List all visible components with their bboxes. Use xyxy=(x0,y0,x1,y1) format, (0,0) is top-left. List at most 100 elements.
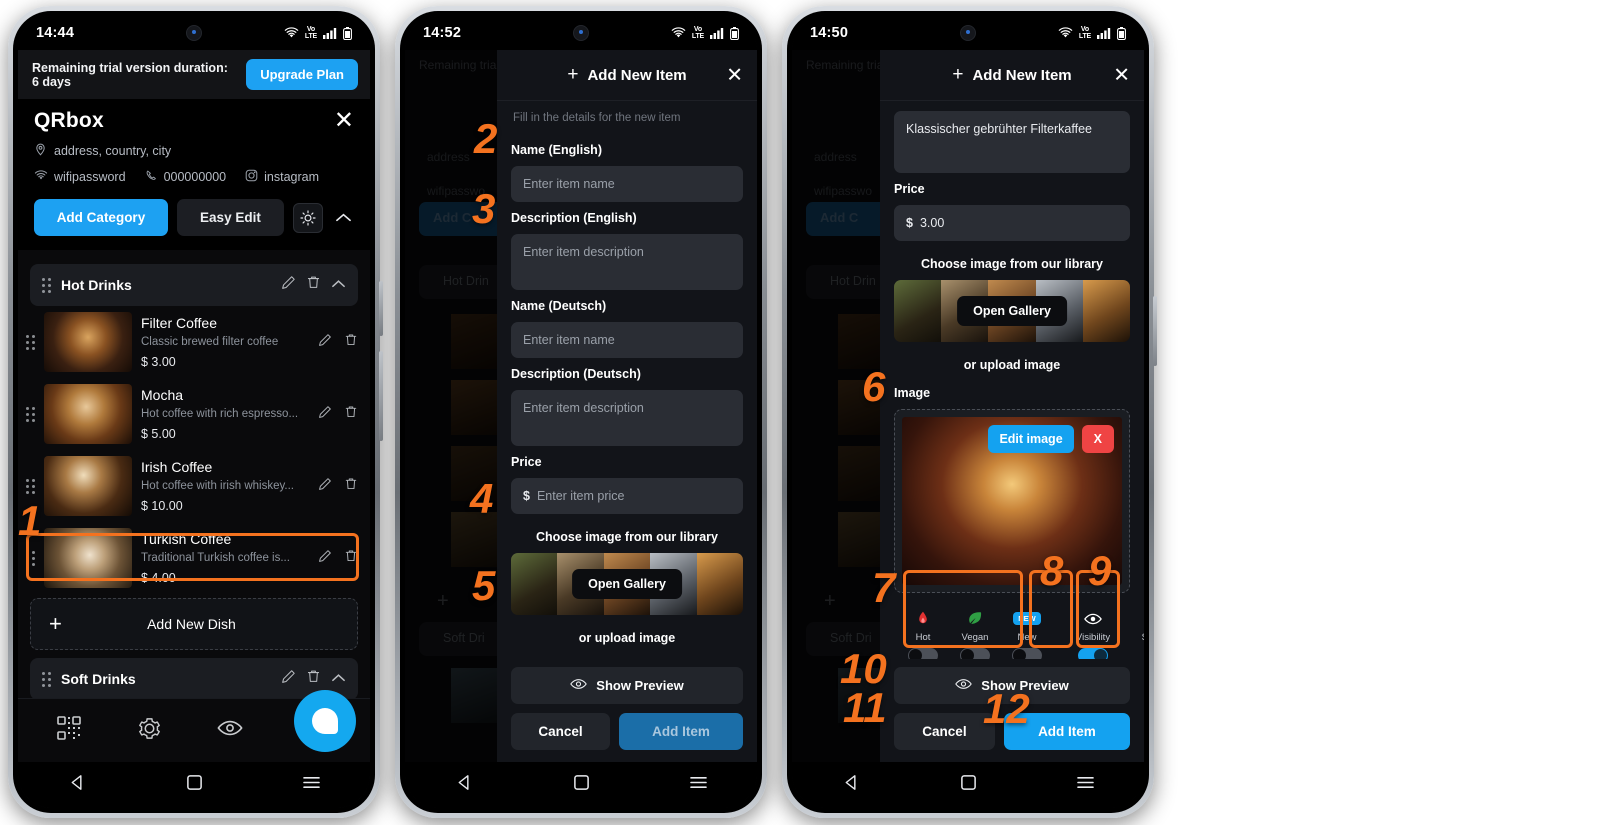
dish-row[interactable]: Turkish Coffee Traditional Turkish coffe… xyxy=(18,522,370,594)
phone-bezel: 14:44 Vo LTE Remaining trial version dura… xyxy=(13,11,375,813)
name-de-input[interactable]: Enter item name xyxy=(511,322,743,358)
add-new-item-modal: + Add New Item ✕ Fill in the details for… xyxy=(497,50,757,762)
remove-image-button[interactable]: X xyxy=(1081,425,1114,453)
drag-handle-icon[interactable] xyxy=(26,406,35,422)
nav-home-icon[interactable] xyxy=(186,774,203,796)
edit-icon[interactable] xyxy=(318,477,332,496)
close-icon[interactable]: ✕ xyxy=(726,63,743,88)
image-library-strip[interactable]: Open Gallery xyxy=(894,280,1130,342)
category-name: Hot Drinks xyxy=(61,277,132,293)
dish-row[interactable]: Mocha Hot coffee with rich espresso... $… xyxy=(18,378,370,450)
drag-handle-icon[interactable] xyxy=(26,478,35,494)
image-library-strip[interactable]: Open Gallery xyxy=(511,553,743,615)
drag-handle-icon[interactable] xyxy=(42,277,51,293)
category-header-hot-drinks[interactable]: Hot Drinks xyxy=(30,264,358,306)
phone-bezel: 14:50 VoLTE Remaining tria address wifip… xyxy=(787,11,1149,813)
phone-bezel: 14:52 VoLTE Remaining tria address wifip… xyxy=(400,11,762,813)
nav-back-icon[interactable] xyxy=(68,773,87,797)
battery-icon xyxy=(1117,26,1126,40)
toggle-label: Visibility xyxy=(1075,632,1111,643)
easy-edit-button[interactable]: Easy Edit xyxy=(176,199,284,236)
eye-icon[interactable] xyxy=(217,719,243,742)
nav-back-icon[interactable] xyxy=(842,773,861,797)
add-category-button[interactable]: Add Category xyxy=(34,199,168,236)
delete-icon[interactable] xyxy=(344,549,358,568)
edit-image-button[interactable]: Edit image xyxy=(988,425,1074,453)
cancel-button[interactable]: Cancel xyxy=(894,713,995,750)
annotation-number-8: 8 xyxy=(1040,547,1064,594)
nav-back-icon[interactable] xyxy=(455,773,474,797)
add-new-dish-button[interactable]: + Add New Dish xyxy=(30,598,358,650)
chevron-up-icon[interactable] xyxy=(331,670,346,688)
edit-icon[interactable] xyxy=(281,669,296,689)
edit-icon[interactable] xyxy=(281,275,296,295)
camera-punch-hole xyxy=(960,25,976,41)
open-gallery-button[interactable]: Open Gallery xyxy=(572,569,682,599)
toggle-switch[interactable] xyxy=(960,648,990,659)
dish-thumbnail xyxy=(44,312,132,372)
delete-icon[interactable] xyxy=(344,405,358,424)
plus-icon: + xyxy=(567,64,579,85)
delete-icon[interactable] xyxy=(306,669,321,689)
modal-footer: Show Preview Cancel Add Item xyxy=(497,659,757,762)
phone-2: 14:52 VoLTE Remaining tria address wifip… xyxy=(395,6,767,818)
phone-2-screen: 14:52 VoLTE Remaining tria address wifip… xyxy=(405,16,757,808)
desc-de-input[interactable]: Klassischer gebrühter Filterkaffee xyxy=(894,111,1130,173)
delete-icon[interactable] xyxy=(344,333,358,352)
edit-icon[interactable] xyxy=(318,549,332,568)
gallery-thumb xyxy=(1082,280,1130,342)
modal-header: + Add New Item ✕ xyxy=(497,50,757,101)
wifi-icon xyxy=(34,170,48,184)
close-icon[interactable]: ✕ xyxy=(1113,63,1130,88)
drag-handle-icon[interactable] xyxy=(42,671,51,687)
desc-en-input[interactable]: Enter item description xyxy=(511,234,743,290)
drag-handle-icon[interactable] xyxy=(26,334,35,350)
field-label-name-en: Name (English) xyxy=(511,143,602,157)
brightness-icon[interactable] xyxy=(293,202,323,233)
toggle-vegan: Vegan xyxy=(952,610,998,659)
cancel-button[interactable]: Cancel xyxy=(511,713,611,750)
drag-handle-icon[interactable] xyxy=(26,550,35,566)
add-new-item-modal: + Add New Item ✕ Klassischer gebrühter F… xyxy=(880,50,1144,762)
nav-recents-icon[interactable] xyxy=(302,775,321,795)
name-en-input[interactable]: Enter item name xyxy=(511,166,743,202)
show-preview-button[interactable]: Show Preview xyxy=(511,667,743,704)
upgrade-plan-button[interactable]: Upgrade Plan xyxy=(246,59,358,90)
status-icons: Vo LTE xyxy=(1058,26,1126,40)
add-item-button[interactable]: Add Item xyxy=(619,713,743,750)
edit-icon[interactable] xyxy=(318,405,332,424)
modal-hint: Fill in the details for the new item xyxy=(513,112,681,124)
price-input[interactable]: $ 3.00 xyxy=(894,205,1130,241)
nav-recents-icon[interactable] xyxy=(1076,775,1095,795)
annotation-number-6: 6 xyxy=(862,363,886,410)
price-value: 3.00 xyxy=(919,216,945,230)
close-icon[interactable]: ✕ xyxy=(334,109,354,133)
or-upload-text: or upload image xyxy=(963,358,1061,372)
toggle-switch[interactable] xyxy=(1012,648,1042,659)
dish-body: Irish Coffee Hot coffee with irish whisk… xyxy=(141,459,309,513)
dish-price: $ 5.00 xyxy=(141,427,176,441)
nav-home-icon[interactable] xyxy=(573,774,590,796)
desc-de-input[interactable]: Enter item description xyxy=(511,390,743,446)
qr-code-icon[interactable] xyxy=(56,715,82,746)
dish-row[interactable]: Filter Coffee Classic brewed filter coff… xyxy=(18,306,370,378)
attribute-toggles-row: Hot Vegan NEW New Visibility xyxy=(894,605,1144,659)
attribute-toggle-group: Hot Vegan NEW New xyxy=(894,605,1056,659)
chat-fab-button[interactable] xyxy=(294,690,356,752)
price-input[interactable]: $ Enter item price xyxy=(511,478,743,514)
nav-home-icon[interactable] xyxy=(960,774,977,796)
delete-icon[interactable] xyxy=(306,275,321,295)
nav-recents-icon[interactable] xyxy=(689,775,708,795)
toggle-switch[interactable] xyxy=(908,648,938,659)
chevron-up-icon[interactable] xyxy=(331,276,346,294)
delete-icon[interactable] xyxy=(344,477,358,496)
dish-name: Turkish Coffee xyxy=(141,531,232,547)
toggle-switch[interactable] xyxy=(1078,648,1108,659)
chevron-up-icon[interactable] xyxy=(332,212,354,223)
open-gallery-button[interactable]: Open Gallery xyxy=(957,296,1067,326)
dish-row[interactable]: Irish Coffee Hot coffee with irish whisk… xyxy=(18,450,370,522)
gear-icon[interactable] xyxy=(137,716,162,746)
phone-side-button xyxy=(379,281,383,336)
edit-icon[interactable] xyxy=(318,333,332,352)
dish-body: Turkish Coffee Traditional Turkish coffe… xyxy=(141,531,309,585)
